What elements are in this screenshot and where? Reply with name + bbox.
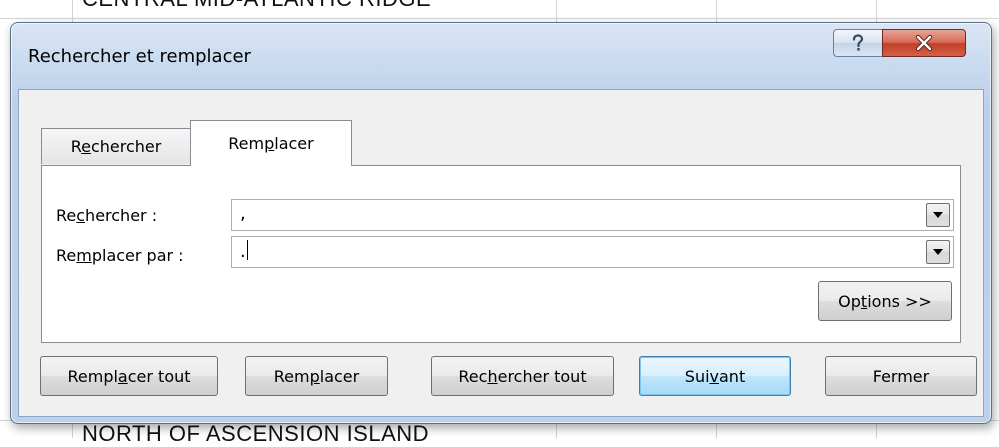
tab-label: Remplacer (228, 134, 314, 153)
text-caret (246, 240, 248, 260)
replace-button[interactable]: Rem p lacer (245, 356, 388, 396)
grid-line (0, 18, 999, 19)
find-label: Rechercher : (56, 206, 158, 225)
tab-label: Rechercher (70, 137, 162, 156)
dialog-body: Rechercher Remplacer Rechercher : , Remp… (18, 89, 984, 417)
replace-all-button[interactable]: Rempl a cer tout (40, 356, 218, 396)
replace-input[interactable]: . (240, 240, 248, 262)
close-button[interactable] (882, 29, 966, 57)
chevron-down-icon (933, 212, 943, 218)
replace-dropdown-button[interactable] (926, 240, 950, 264)
find-combobox[interactable]: , (231, 199, 954, 231)
title-bar[interactable]: Rechercher et remplacer (11, 23, 991, 91)
tab-remplacer[interactable]: Remplacer (190, 120, 352, 166)
replace-label: Remplacer par : (56, 246, 184, 265)
close-dialog-button[interactable]: Fermer (825, 356, 977, 396)
replace-combobox[interactable]: . (231, 236, 954, 268)
find-input[interactable]: , (240, 203, 246, 224)
options-button[interactable]: Op t ions >> (818, 281, 952, 321)
close-x-icon (915, 34, 933, 52)
question-mark-icon (852, 34, 864, 51)
background-cell-text[interactable]: CENTRAL MID-ATLANTIC RIDGE (82, 0, 431, 12)
find-replace-dialog: Rechercher et remplacer Rechercher Rempl… (10, 22, 992, 424)
background-cell-text[interactable]: NORTH OF ASCENSION ISLAND (82, 421, 429, 447)
tab-rechercher[interactable]: Rechercher (41, 128, 191, 164)
find-dropdown-button[interactable] (926, 203, 950, 227)
find-next-button[interactable]: Sui v ant (639, 356, 791, 396)
find-all-button[interactable]: Rec h ercher tout (431, 356, 614, 396)
dialog-title: Rechercher et remplacer (28, 46, 251, 67)
chevron-down-icon (933, 249, 943, 255)
help-button[interactable] (833, 29, 883, 57)
replace-tab-panel: Rechercher : , Remplacer par : . Op t ions… (41, 165, 961, 343)
